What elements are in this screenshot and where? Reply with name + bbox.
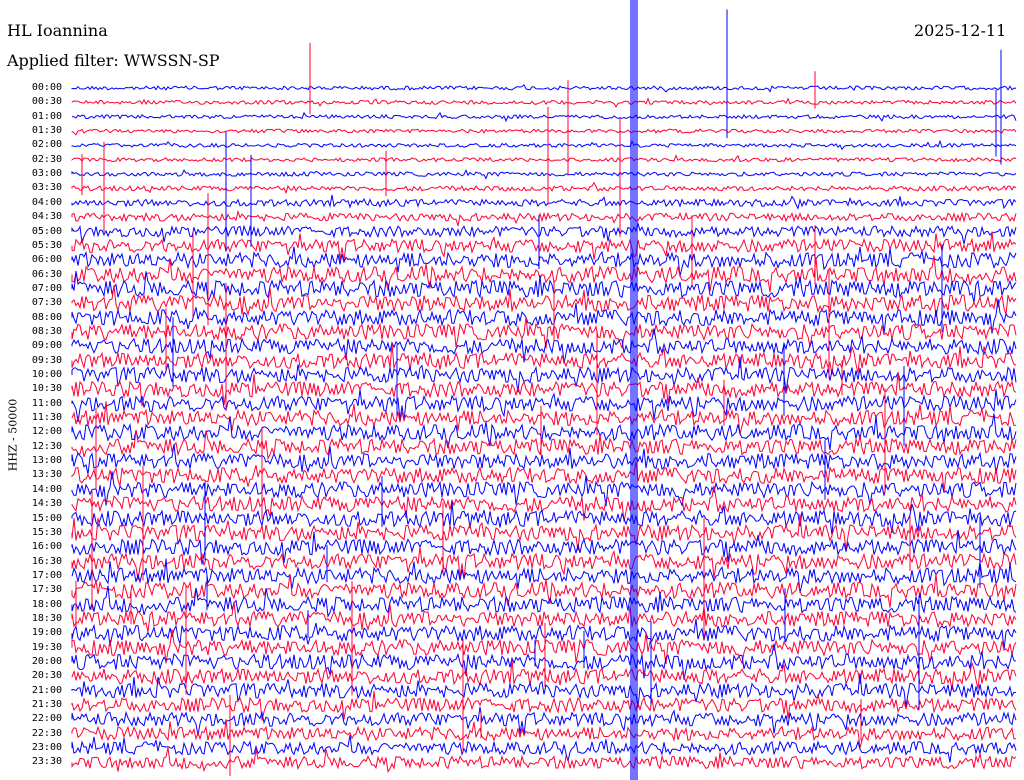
trace-line-0900 [71, 328, 1017, 364]
trace-line-0800 [71, 298, 1017, 335]
trace-line-0230 [71, 154, 1017, 163]
helicorder-plot [71, 0, 1017, 780]
trace-line-0200 [71, 139, 1017, 151]
trace-line-0300 [71, 168, 1017, 180]
trace-line-1330 [71, 460, 1017, 492]
trace-line-2300 [71, 734, 1017, 763]
trace-line-0030 [71, 97, 1017, 108]
trace-line-1400 [71, 471, 1017, 508]
trace-line-0000 [71, 84, 1017, 93]
trace-line-0430 [71, 209, 1017, 227]
trace-line-2130 [71, 691, 1017, 721]
trace-line-0500 [71, 221, 1017, 245]
trace-line-0100 [72, 111, 1017, 123]
trace-line-0400 [71, 194, 1017, 210]
trace-line-2030 [71, 659, 1017, 691]
trace-line-0130 [71, 128, 1017, 136]
glitch-column [630, 0, 638, 780]
trace-line-0330 [71, 181, 1017, 195]
